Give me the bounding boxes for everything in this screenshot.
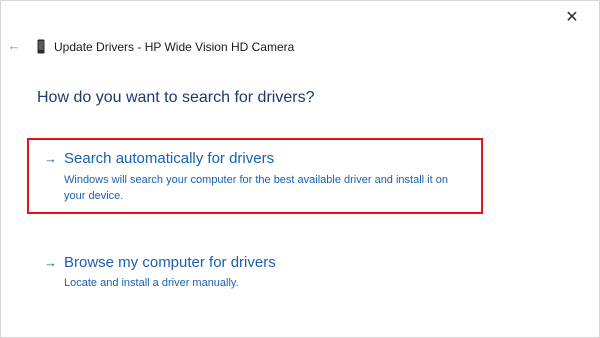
- browse-computer-option[interactable]: → Browse my computer for drivers Locate …: [27, 247, 483, 303]
- search-automatically-option[interactable]: → Search automatically for drivers Windo…: [27, 138, 483, 214]
- device-icon: [37, 39, 45, 54]
- dialog-window: ✕ ← Update Drivers - HP Wide Vision HD C…: [0, 0, 600, 338]
- title-bar: ✕: [1, 1, 600, 41]
- option-title[interactable]: Search automatically for drivers: [64, 150, 274, 167]
- option-description: Windows will search your computer for th…: [64, 174, 448, 202]
- option-title[interactable]: Browse my computer for drivers: [64, 254, 276, 271]
- arrow-right-icon: →: [44, 255, 57, 270]
- window-title: Update Drivers - HP Wide Vision HD Camer…: [54, 40, 295, 54]
- page-heading: How do you want to search for drivers?: [37, 89, 315, 106]
- close-icon[interactable]: ✕: [561, 7, 583, 29]
- option-description: Locate and install a driver manually.: [64, 277, 239, 289]
- back-arrow-icon[interactable]: ←: [5, 37, 23, 55]
- arrow-right-icon: →: [44, 151, 57, 166]
